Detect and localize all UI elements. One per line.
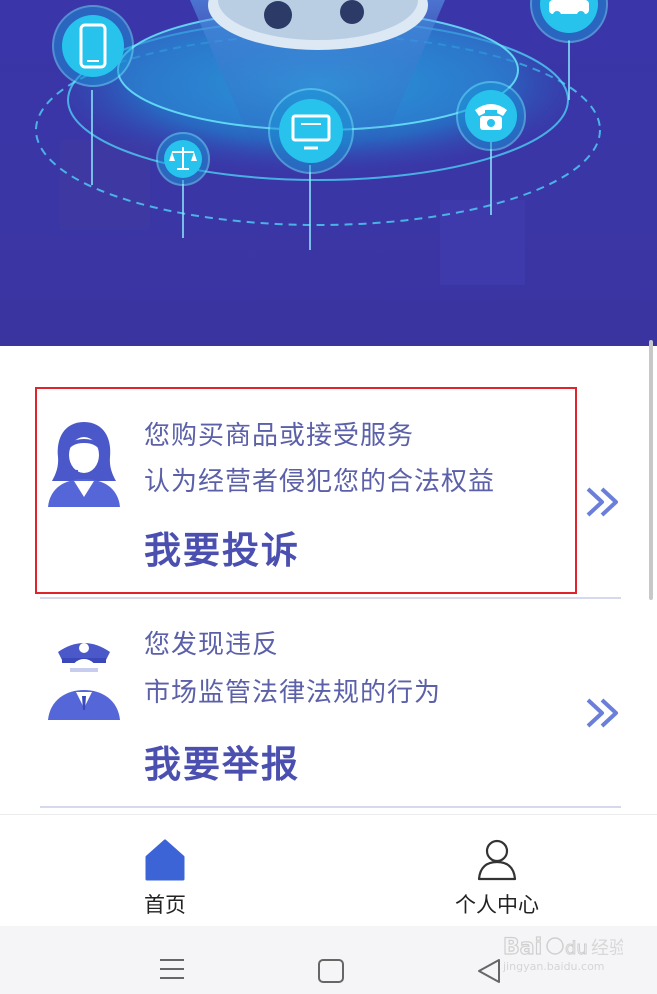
svg-text:Bai: Bai [503,935,542,960]
person-icon [477,839,517,881]
square-icon[interactable] [317,958,345,984]
divider [40,806,621,808]
menu-icon[interactable] [158,957,186,981]
divider [40,597,621,599]
home-icon [145,839,185,881]
selection-highlight-box [35,387,577,594]
report-line2: 市场监管法律法规的行为 [144,678,442,708]
phone-icon [52,5,134,87]
tab-profile-label: 个人中心 [455,893,539,917]
police-officer-icon [48,643,120,720]
baidu-watermark-logo: Bai du 经验 jingyan.baidu.com [503,934,623,973]
back-triangle-icon[interactable] [475,957,503,985]
svg-text:经验: 经验 [591,938,623,959]
report-card[interactable]: 您发现违反 市场监管法律法规的行为 我要举报 [36,610,621,805]
scrollbar[interactable] [649,340,653,600]
tab-home[interactable]: 首页 [65,815,265,927]
scales-icon [156,132,210,186]
svg-text:du: du [565,938,588,959]
tab-home-label: 首页 [144,893,186,917]
hero-banner [0,0,657,346]
report-line1: 您发现违反 [144,630,280,660]
bottom-tab-bar: 首页 个人中心 [0,814,657,927]
tab-profile[interactable]: 个人中心 [397,815,597,927]
double-chevron-right-icon [586,487,618,517]
telephone-icon [456,81,526,151]
monitor-icon [268,88,354,174]
double-chevron-right-icon [586,698,618,728]
report-title: 我要举报 [144,743,300,786]
car-icon [530,0,608,43]
svg-text:jingyan.baidu.com: jingyan.baidu.com [503,960,605,973]
